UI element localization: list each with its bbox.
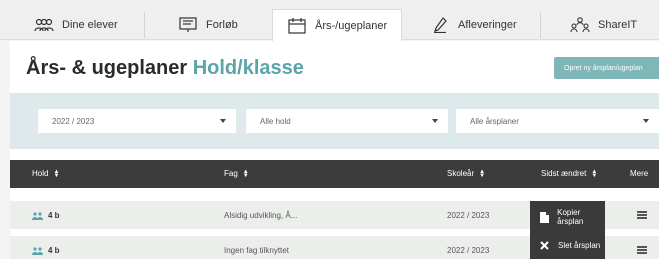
page-title: Års- & ugeplaner Hold/klasse bbox=[26, 57, 304, 80]
column-header-skoleaar[interactable]: Skoleår ▲ ▼ bbox=[447, 168, 486, 179]
column-header-label: Hold bbox=[32, 169, 49, 178]
tab-divider bbox=[540, 12, 541, 38]
hold-cell: 4 b bbox=[32, 246, 60, 255]
copy-icon bbox=[540, 211, 551, 223]
tab-label: Forløb bbox=[206, 19, 238, 31]
group-icon bbox=[32, 246, 43, 255]
hold-select-value: Alle hold bbox=[260, 116, 291, 126]
sort-icon: ▲ ▼ bbox=[479, 168, 486, 179]
close-icon bbox=[540, 240, 552, 250]
sort-icon: ▲ ▼ bbox=[242, 168, 249, 179]
hold-name: 4 b bbox=[48, 246, 60, 255]
year-select-value: 2022 / 2023 bbox=[52, 116, 95, 126]
column-header-mere: Mere bbox=[630, 169, 648, 178]
plan-select[interactable]: Alle årsplaner bbox=[456, 109, 659, 133]
tab-forloeb[interactable]: Forløb bbox=[178, 10, 238, 40]
filter-bar: 2022 / 2023 Alle hold Alle årsplaner bbox=[10, 93, 659, 149]
tab-shareit[interactable]: ShareIT bbox=[570, 10, 637, 40]
tab-label: Års-/ugeplaner bbox=[315, 19, 388, 32]
copy-plan-menu-item[interactable]: Kopier årsplan bbox=[530, 203, 605, 231]
row-action-menu: Kopier årsplan Slet årsplan bbox=[530, 201, 605, 259]
tab-label: Dine elever bbox=[62, 19, 118, 31]
create-plan-button[interactable]: Opret ny årsplan/ugeplan bbox=[554, 57, 659, 79]
hold-name: 4 b bbox=[48, 211, 60, 220]
calendar-icon bbox=[287, 17, 307, 34]
tab-afleveringer[interactable]: Afleveringer bbox=[430, 10, 517, 40]
tab-divider bbox=[144, 12, 145, 38]
menu-item-label: Slet årsplan bbox=[558, 240, 601, 250]
fag-cell: Alsidig udvikling, Å... bbox=[224, 211, 298, 220]
course-icon bbox=[178, 17, 198, 33]
tab-label: Afleveringer bbox=[458, 19, 517, 31]
more-menu-icon[interactable] bbox=[637, 211, 647, 219]
fag-cell: Ingen fag tilknyttet bbox=[224, 246, 289, 255]
tab-bar: Dine elever Forløb Års-/ugeplaner Afleve… bbox=[0, 0, 659, 41]
sort-icon: ▲ ▼ bbox=[591, 168, 598, 179]
chevron-down-icon bbox=[432, 119, 438, 123]
chevron-down-icon bbox=[220, 119, 226, 123]
hold-select[interactable]: Alle hold bbox=[246, 109, 448, 133]
table-header: Hold ▲ ▼ Fag ▲ ▼ Skoleår ▲ ▼ Sidst ændret ▲… bbox=[10, 160, 659, 188]
page-title-accent: Hold/klasse bbox=[192, 57, 304, 79]
column-header-hold[interactable]: Hold ▲ ▼ bbox=[32, 168, 60, 179]
column-header-fag[interactable]: Fag ▲ ▼ bbox=[224, 168, 249, 179]
column-header-label: Skoleår bbox=[447, 169, 475, 178]
skoleaar-cell: 2022 / 2023 bbox=[447, 211, 490, 220]
menu-item-label: Kopier årsplan bbox=[557, 208, 584, 226]
tab-aars-ugeplaner[interactable]: Års-/ugeplaner bbox=[272, 9, 403, 41]
delete-plan-menu-item[interactable]: Slet årsplan bbox=[530, 231, 605, 259]
main-content: Års- & ugeplaner Hold/klasse Opret ny år… bbox=[10, 41, 659, 259]
page-title-main: Års- & ugeplaner bbox=[26, 57, 188, 79]
skoleaar-cell: 2022 / 2023 bbox=[447, 246, 490, 255]
plan-select-value: Alle årsplaner bbox=[470, 116, 519, 126]
hold-cell: 4 b bbox=[32, 211, 60, 220]
students-icon bbox=[34, 17, 54, 33]
column-header-sidst-aendret[interactable]: Sidst ændret ▲ ▼ bbox=[541, 168, 598, 179]
pen-icon bbox=[430, 17, 450, 33]
tab-label: ShareIT bbox=[598, 19, 638, 31]
column-header-label: Sidst ændret bbox=[541, 169, 587, 178]
year-select[interactable]: 2022 / 2023 bbox=[38, 109, 236, 133]
group-icon bbox=[32, 211, 43, 220]
tab-dine-elever[interactable]: Dine elever bbox=[34, 10, 118, 40]
column-header-label: Mere bbox=[630, 169, 649, 178]
more-menu-icon[interactable] bbox=[637, 246, 647, 254]
sort-icon: ▲ ▼ bbox=[53, 168, 60, 179]
chevron-down-icon bbox=[643, 119, 649, 123]
column-header-label: Fag bbox=[224, 169, 238, 178]
share-people-icon bbox=[570, 17, 590, 33]
